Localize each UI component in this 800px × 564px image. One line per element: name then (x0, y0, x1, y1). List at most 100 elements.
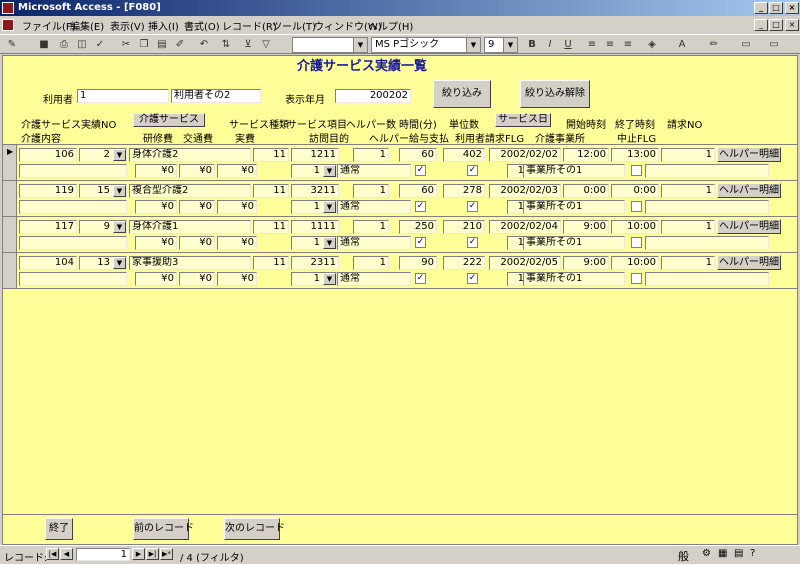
previous-record-button[interactable]: 前のレコード (133, 518, 194, 540)
record-selector[interactable] (3, 253, 17, 288)
cancel-checkbox[interactable] (631, 201, 642, 212)
cancel-checkbox[interactable] (631, 237, 642, 248)
menu-view[interactable]: 表示(V) (110, 18, 145, 33)
care-content-field[interactable] (19, 236, 127, 250)
service-type-field[interactable]: 11 (253, 184, 289, 198)
clear-filter-button[interactable]: 絞り込み解除 (520, 80, 590, 108)
helper-detail-button[interactable]: ヘルパー明細 (717, 147, 781, 162)
save-icon[interactable]: ■ (36, 37, 52, 52)
cancel-checkbox[interactable] (631, 273, 642, 284)
menu-help[interactable]: ヘルプ(H) (368, 18, 413, 33)
chevron-down-icon[interactable]: ▼ (113, 221, 126, 233)
user-billing-checkbox[interactable]: ✓ (467, 237, 478, 248)
design-view-icon[interactable]: ✎ (4, 37, 20, 52)
helpers-field[interactable]: 1 (353, 220, 389, 234)
visit-purpose-name-field[interactable]: 通常 (337, 164, 411, 178)
start-time-field[interactable]: 9:00 (563, 256, 609, 270)
doc-minimize-button[interactable]: _ (754, 19, 768, 31)
service-type-field[interactable]: 11 (253, 220, 289, 234)
training-fee-field[interactable]: ¥0 (135, 272, 177, 286)
transport-fee-field[interactable]: ¥0 (179, 200, 215, 214)
end-time-field[interactable]: 10:00 (611, 256, 659, 270)
service-no-field[interactable]: 119 (19, 184, 77, 198)
menu-file[interactable]: ファイル(F) (22, 18, 76, 33)
chevron-down-icon[interactable]: ▼ (323, 165, 336, 177)
align-left-icon[interactable]: ≡ (584, 37, 600, 52)
user-billing-checkbox[interactable]: ✓ (467, 165, 478, 176)
record-row[interactable]: 104 13 ▼ 家事援助3 11 2311 1 90 222 2002/02/0… (3, 253, 797, 288)
access-app-icon[interactable] (2, 2, 14, 14)
paste-icon[interactable]: ▤ (154, 37, 170, 52)
undo-icon[interactable]: ↶ (196, 37, 212, 52)
remarks-field[interactable] (645, 164, 769, 178)
underline-button[interactable]: U (560, 37, 576, 52)
object-combo[interactable]: ▼ (292, 37, 368, 53)
sort-service-date-button[interactable]: サービス日 (495, 113, 551, 127)
ime-pad-icon[interactable]: ▦ (718, 548, 727, 559)
cut-icon[interactable]: ✂ (118, 37, 134, 52)
helper-detail-button[interactable]: ヘルパー明細 (717, 255, 781, 270)
helpers-field[interactable]: 1 (353, 184, 389, 198)
prev-record-icon[interactable]: ◀ (60, 548, 73, 560)
special-effect-icon[interactable]: ▭ (766, 37, 782, 52)
menu-format[interactable]: 書式(O) (184, 18, 220, 33)
month-field[interactable]: 200202 (335, 89, 411, 103)
care-content-field[interactable] (19, 164, 127, 178)
font-color-icon[interactable]: A (674, 37, 690, 52)
chevron-down-icon[interactable]: ▼ (113, 185, 126, 197)
record-selector[interactable] (3, 217, 17, 252)
service-type-field[interactable]: 11 (253, 256, 289, 270)
visit-purpose-combo[interactable]: 1 ▼ (291, 236, 337, 250)
chevron-down-icon[interactable]: ▼ (503, 38, 517, 52)
next-record-button[interactable]: 次のレコード (224, 518, 285, 540)
next-record-icon[interactable]: ▶ (132, 548, 145, 560)
service-item-field[interactable]: 2311 (291, 256, 339, 270)
start-time-field[interactable]: 9:00 (563, 220, 609, 234)
service-item-field[interactable]: 1111 (291, 220, 339, 234)
visit-purpose-combo[interactable]: 1 ▼ (291, 200, 337, 214)
menu-edit[interactable]: 編集(E) (70, 18, 104, 33)
minimize-button[interactable]: _ (754, 2, 768, 14)
menu-records[interactable]: レコード(R) (222, 18, 277, 33)
visit-purpose-combo[interactable]: 1 ▼ (291, 272, 337, 286)
user-name-field[interactable]: 利用者その2 (171, 89, 261, 103)
training-fee-field[interactable]: ¥0 (135, 236, 177, 250)
billing-no-field[interactable]: 1 (661, 220, 715, 234)
ime-dictionary-icon[interactable]: ▤ (734, 548, 743, 559)
record-selector[interactable] (3, 181, 17, 216)
service-no-field[interactable]: 106 (19, 148, 77, 162)
chevron-down-icon[interactable]: ▼ (466, 38, 480, 52)
apply-filter-icon[interactable]: ▽ (258, 37, 274, 52)
hours-field[interactable]: 60 (399, 148, 437, 162)
start-time-field[interactable]: 0:00 (563, 184, 609, 198)
italic-button[interactable]: I (542, 37, 558, 52)
align-center-icon[interactable]: ≡ (602, 37, 618, 52)
border-width-icon[interactable]: ▭ (738, 37, 754, 52)
doc-restore-button[interactable]: □ (769, 19, 783, 31)
end-time-field[interactable]: 0:00 (611, 184, 659, 198)
service-date-field[interactable]: 2002/02/02 (489, 148, 561, 162)
helper-detail-button[interactable]: ヘルパー明細 (717, 183, 781, 198)
care-office-name-field[interactable]: 事業所その1 (523, 200, 625, 214)
helpers-field[interactable]: 1 (353, 148, 389, 162)
filter-by-selection-icon[interactable]: ⊻ (240, 37, 256, 52)
print-icon[interactable]: ⎙ (56, 37, 72, 52)
format-painter-icon[interactable]: ✐ (172, 37, 188, 52)
record-number-field[interactable]: 1 (76, 548, 130, 561)
sort-service-button[interactable]: 介護サービス (133, 113, 205, 127)
record-row[interactable]: 117 9 ▼ 身体介護1 11 1111 1 250 210 2002/02/0… (3, 217, 797, 252)
last-record-icon[interactable]: ▶| (146, 548, 159, 560)
care-content-field[interactable] (19, 272, 127, 286)
service-date-field[interactable]: 2002/02/03 (489, 184, 561, 198)
service-combo[interactable]: 9 ▼ (79, 220, 127, 234)
transport-fee-field[interactable]: ¥0 (179, 272, 215, 286)
align-right-icon[interactable]: ≡ (620, 37, 636, 52)
units-field[interactable]: 402 (443, 148, 485, 162)
start-time-field[interactable]: 12:00 (563, 148, 609, 162)
training-fee-field[interactable]: ¥0 (135, 200, 177, 214)
ime-settings-icon[interactable]: ⚙ (702, 548, 711, 559)
service-name-field[interactable]: 家事援助3 (129, 256, 251, 270)
remarks-field[interactable] (645, 236, 769, 250)
helper-pay-checkbox[interactable]: ✓ (415, 237, 426, 248)
chevron-down-icon[interactable]: ▼ (323, 237, 336, 249)
